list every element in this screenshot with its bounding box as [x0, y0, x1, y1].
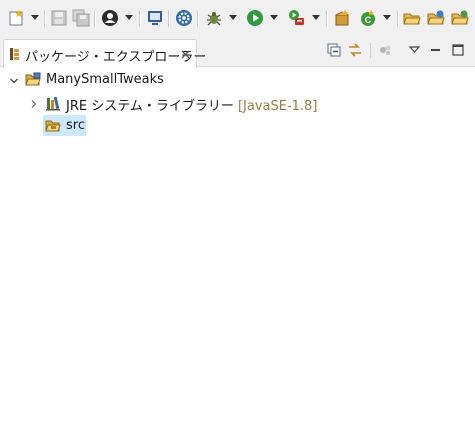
toolbar-separator: [94, 10, 96, 27]
open-type-icon[interactable]: [451, 9, 469, 27]
view-header: パッケージ・エクスプローラー: [0, 36, 475, 68]
run-external-dropdown-icon[interactable]: [312, 15, 320, 21]
tab-package-explorer[interactable]: パッケージ・エクスプローラー: [3, 39, 206, 68]
package-explorer-view: パッケージ・エクスプローラー ManySmallTweaks JRE システム・…: [0, 36, 475, 431]
minimize-icon[interactable]: [428, 42, 444, 58]
link-with-editor-icon[interactable]: [347, 42, 363, 58]
main-toolbar: C: [0, 0, 475, 36]
open-folder-icon[interactable]: [403, 9, 421, 27]
run-external-icon[interactable]: [288, 9, 306, 27]
close-icon[interactable]: [180, 49, 191, 60]
library-icon: [45, 95, 61, 111]
tree-row-project[interactable]: ManySmallTweaks: [0, 69, 475, 91]
run-icon[interactable]: [246, 9, 264, 27]
refresh-dropdown-icon[interactable]: [383, 15, 391, 21]
tree-row-jre[interactable]: JRE システム・ライブラリー [JavaSE-1.8]: [0, 92, 475, 114]
new-package-icon[interactable]: [333, 9, 351, 27]
perspective-icon[interactable]: [101, 9, 119, 27]
debug-dropdown-icon[interactable]: [229, 15, 237, 21]
refresh-icon[interactable]: C: [359, 9, 377, 27]
toolbar-separator: [139, 10, 141, 27]
view-toolbar-separator: [370, 43, 371, 58]
jre-label: JRE システム・ライブラリー: [66, 99, 234, 114]
toolbar-separator: [197, 10, 199, 27]
chevron-down-icon[interactable]: [9, 75, 19, 85]
run-dropdown-icon[interactable]: [270, 15, 278, 21]
maximize-icon[interactable]: [450, 42, 466, 58]
view-menu-icon[interactable]: [407, 42, 423, 58]
project-label: ManySmallTweaks: [46, 72, 164, 87]
debug-icon[interactable]: [205, 9, 223, 27]
filter-icon[interactable]: [377, 42, 393, 58]
svg-text:C: C: [365, 15, 372, 25]
src-label: src: [66, 118, 85, 133]
save-all-icon[interactable]: [72, 9, 90, 27]
console-icon[interactable]: [146, 9, 164, 27]
new-dropdown-icon[interactable]: [31, 15, 39, 21]
perspective-dropdown-icon[interactable]: [125, 15, 133, 21]
settings-icon[interactable]: [175, 9, 193, 27]
toolbar-separator: [168, 10, 170, 27]
toolbar-separator: [326, 10, 328, 27]
open-project-icon[interactable]: [427, 9, 445, 27]
new-icon[interactable]: [8, 9, 26, 27]
jre-label-group: JRE システム・ライブラリー [JavaSE-1.8]: [66, 95, 317, 114]
jre-version-decoration: [JavaSE-1.8]: [237, 99, 318, 114]
tree-row-src[interactable]: src: [0, 115, 475, 137]
collapse-all-icon[interactable]: [326, 42, 342, 58]
toolbar-separator: [44, 10, 46, 27]
package-explorer-icon: [9, 47, 21, 61]
project-folder-icon: [25, 72, 41, 88]
toolbar-separator: [397, 10, 399, 27]
chevron-right-icon[interactable]: [29, 98, 39, 108]
source-folder-icon: [45, 118, 61, 134]
save-icon[interactable]: [50, 9, 68, 27]
